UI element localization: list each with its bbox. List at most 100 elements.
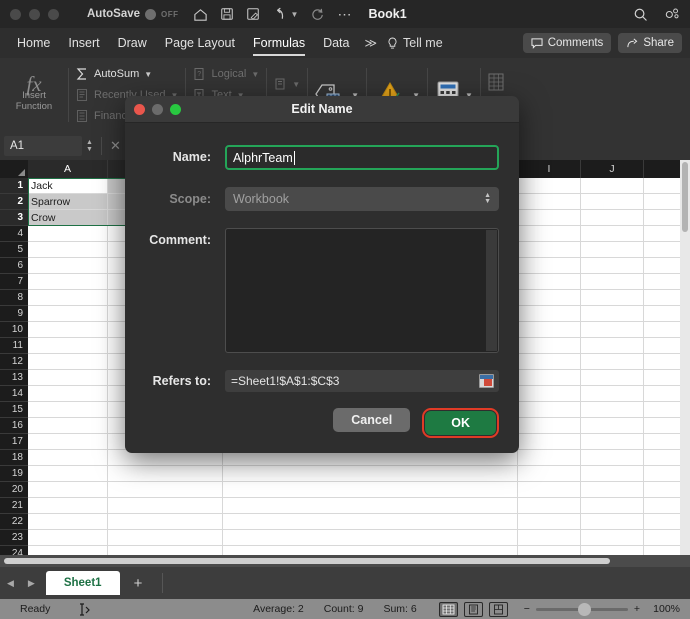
chevron-right-icon[interactable]: ▶ xyxy=(21,578,42,589)
row-header-16[interactable]: 16 xyxy=(0,418,28,434)
row-header-22[interactable]: 22 xyxy=(0,514,28,530)
home-icon[interactable] xyxy=(193,7,208,22)
cell-r18-c1[interactable] xyxy=(28,450,108,466)
tell-me-button[interactable]: Tell me xyxy=(383,36,443,50)
cell-r21-c5[interactable] xyxy=(581,498,644,514)
row-header-21[interactable]: 21 xyxy=(0,498,28,514)
cell-r22-c5[interactable] xyxy=(581,514,644,530)
cell-r6-c5[interactable] xyxy=(581,258,644,274)
select-all-corner[interactable] xyxy=(0,160,28,178)
row-header-19[interactable]: 19 xyxy=(0,466,28,482)
cell-r5-c4[interactable] xyxy=(518,242,581,258)
cell-r12-c1[interactable] xyxy=(28,354,108,370)
cell-r18-c5[interactable] xyxy=(581,450,644,466)
scope-select[interactable]: Workbook ▲ ▼ xyxy=(225,187,499,211)
cell-i3[interactable] xyxy=(518,210,581,226)
cell-r20-c4[interactable] xyxy=(518,482,581,498)
tab-home[interactable]: Home xyxy=(8,28,59,58)
refers-to-input[interactable]: =Sheet1!$A$1:$C$3 xyxy=(225,370,499,392)
redo-icon[interactable] xyxy=(310,7,325,22)
cell-r16-c5[interactable] xyxy=(581,418,644,434)
cell-r22-c3[interactable] xyxy=(223,514,518,530)
tabs-overflow-icon[interactable]: ≫ xyxy=(358,36,383,50)
cell-r14-c5[interactable] xyxy=(581,386,644,402)
row-header-18[interactable]: 18 xyxy=(0,450,28,466)
cell-r15-c4[interactable] xyxy=(518,402,581,418)
row-header-2[interactable]: 2 xyxy=(0,194,28,210)
cell-r17-c5[interactable] xyxy=(581,434,644,450)
cell-r9-c4[interactable] xyxy=(518,306,581,322)
save-icon[interactable] xyxy=(220,7,234,21)
cell-r10-c1[interactable] xyxy=(28,322,108,338)
cell-r5-c5[interactable] xyxy=(581,242,644,258)
cell-j3[interactable] xyxy=(581,210,644,226)
cell-r20-c2[interactable] xyxy=(108,482,223,498)
zoom-slider-knob[interactable] xyxy=(578,603,591,616)
cell-j1[interactable] xyxy=(581,178,644,194)
cell-r17-c4[interactable] xyxy=(518,434,581,450)
row-header-7[interactable]: 7 xyxy=(0,274,28,290)
cell-r12-c5[interactable] xyxy=(581,354,644,370)
cell-r20-c1[interactable] xyxy=(28,482,108,498)
row-header-3[interactable]: 3 xyxy=(0,210,28,226)
cell-r22-c4[interactable] xyxy=(518,514,581,530)
cell-r11-c1[interactable] xyxy=(28,338,108,354)
cell-r14-c4[interactable] xyxy=(518,386,581,402)
cell-r23-c5[interactable] xyxy=(581,530,644,546)
cell-r19-c3[interactable] xyxy=(223,466,518,482)
cell-r5-c1[interactable] xyxy=(28,242,108,258)
logical-button[interactable]: ? Logical ▼ xyxy=(192,65,259,83)
cell-r11-c5[interactable] xyxy=(581,338,644,354)
undo-dropdown-icon[interactable]: ▼ xyxy=(291,10,299,19)
logical-dropdown-icon[interactable]: ▼ xyxy=(251,70,259,79)
cell-r12-c4[interactable] xyxy=(518,354,581,370)
horizontal-scroll-thumb[interactable] xyxy=(4,558,610,564)
maximize-window-button[interactable] xyxy=(48,9,59,20)
cell-a2[interactable]: Sparrow xyxy=(28,194,108,210)
autosave-switch-icon[interactable] xyxy=(145,9,156,20)
page-layout-view-icon[interactable] xyxy=(464,602,483,617)
zoom-in-button[interactable]: + xyxy=(634,603,640,615)
range-select-icon[interactable] xyxy=(479,374,494,388)
comment-textarea[interactable] xyxy=(225,228,499,353)
column-header-i[interactable]: I xyxy=(518,160,581,178)
cell-r6-c1[interactable] xyxy=(28,258,108,274)
cell-r10-c4[interactable] xyxy=(518,322,581,338)
accessibility-icon[interactable] xyxy=(78,603,90,616)
name-box-stepper[interactable]: ▲ ▼ xyxy=(86,140,93,153)
row-header-9[interactable]: 9 xyxy=(0,306,28,322)
comment-scrollbar[interactable] xyxy=(486,230,497,351)
cell-r8-c5[interactable] xyxy=(581,290,644,306)
cell-r18-c4[interactable] xyxy=(518,450,581,466)
name-box[interactable]: A1 xyxy=(4,136,82,156)
ok-button[interactable]: OK xyxy=(425,411,496,435)
cell-r8-c1[interactable] xyxy=(28,290,108,306)
vertical-scrollbar[interactable] xyxy=(680,160,690,555)
zoom-slider[interactable] xyxy=(536,608,628,611)
name-input[interactable]: AlphrTeam xyxy=(225,145,499,170)
row-header-14[interactable]: 14 xyxy=(0,386,28,402)
close-window-button[interactable] xyxy=(10,9,21,20)
cell-r22-c1[interactable] xyxy=(28,514,108,530)
share-button[interactable]: Share xyxy=(618,33,682,53)
cell-r13-c1[interactable] xyxy=(28,370,108,386)
autosum-dropdown-icon[interactable]: ▼ xyxy=(144,70,152,79)
tab-insert[interactable]: Insert xyxy=(59,28,108,58)
row-header-10[interactable]: 10 xyxy=(0,322,28,338)
row-header-11[interactable]: 11 xyxy=(0,338,28,354)
row-header-12[interactable]: 12 xyxy=(0,354,28,370)
cell-r21-c2[interactable] xyxy=(108,498,223,514)
row-header-17[interactable]: 17 xyxy=(0,434,28,450)
row-header-15[interactable]: 15 xyxy=(0,402,28,418)
row-header-8[interactable]: 8 xyxy=(0,290,28,306)
undo-icon[interactable] xyxy=(272,7,287,22)
cell-r19-c4[interactable] xyxy=(518,466,581,482)
cell-r23-c1[interactable] xyxy=(28,530,108,546)
cell-r6-c4[interactable] xyxy=(518,258,581,274)
normal-view-icon[interactable] xyxy=(439,602,458,617)
autosave-toggle[interactable]: AutoSave OFF xyxy=(87,8,179,20)
cell-r13-c5[interactable] xyxy=(581,370,644,386)
cell-j2[interactable] xyxy=(581,194,644,210)
cell-r9-c1[interactable] xyxy=(28,306,108,322)
cell-r7-c4[interactable] xyxy=(518,274,581,290)
